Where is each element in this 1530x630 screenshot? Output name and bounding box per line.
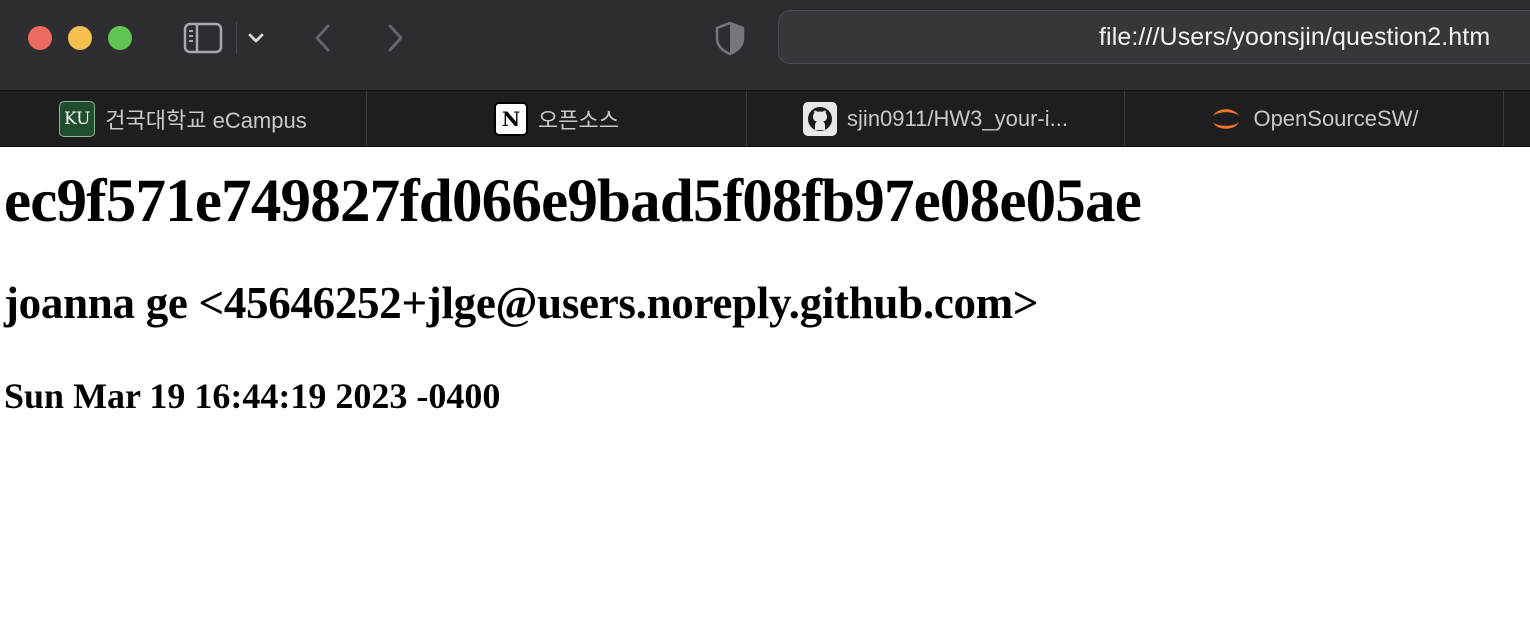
forward-button[interactable] <box>380 18 410 58</box>
window-close-button[interactable] <box>28 26 52 50</box>
address-url: file:///Users/yoonsjin/question2.htm <box>1099 23 1491 51</box>
back-button[interactable] <box>308 18 338 58</box>
bookmark-divider <box>1503 91 1504 146</box>
bookmark-github-repo[interactable]: sjin0911/HW3_your-i... <box>747 91 1124 146</box>
bookmark-label: 오픈소스 <box>538 107 619 133</box>
bookmark-opensource[interactable]: N 오픈소스 <box>367 91 746 146</box>
github-icon <box>803 101 838 136</box>
jupyter-icon <box>1209 102 1243 136</box>
notion-icon: N <box>494 101 529 136</box>
commit-hash-heading: ec9f571e749827fd066e9bad5f08fb97e08e05ae <box>4 168 1142 235</box>
bookmark-label: 건국대학교 eCampus <box>105 107 307 133</box>
window-minimize-button[interactable] <box>68 26 92 50</box>
sidebar-toggle-button[interactable] <box>180 18 226 58</box>
page-content: ec9f571e749827fd066e9bad5f08fb97e08e05ae… <box>0 147 1530 630</box>
chevron-right-icon <box>388 24 403 52</box>
chevron-down-icon <box>248 33 264 43</box>
sidebar-icon <box>183 22 223 54</box>
date-heading: Sun Mar 19 16:44:19 2023 -0400 <box>4 376 501 416</box>
bookmark-label: sjin0911/HW3_your-i... <box>847 105 1068 131</box>
shield-icon <box>715 21 745 56</box>
tab-group-menu-button[interactable] <box>242 22 270 54</box>
bookmark-opensourcesw[interactable]: OpenSourceSW/ <box>1125 91 1503 146</box>
address-bar[interactable]: file:///Users/yoonsjin/question2.htm <box>778 10 1530 64</box>
chevron-left-icon <box>315 24 330 52</box>
browser-toolbar: file:///Users/yoonsjin/question2.htm <box>0 0 1530 91</box>
bookmark-ecampus[interactable]: KU 건국대학교 eCampus <box>0 91 366 146</box>
ku-icon: KU <box>59 100 96 137</box>
toolbar-divider <box>236 22 237 54</box>
window-maximize-button[interactable] <box>108 26 132 50</box>
privacy-report-button[interactable] <box>712 18 748 58</box>
bookmark-label: OpenSourceSW/ <box>1253 105 1419 131</box>
favorites-bar: KU 건국대학교 eCampus N 오픈소스 sjin0911/HW3_you… <box>0 91 1530 147</box>
author-heading: joanna ge <45646252+jlge@users.noreply.g… <box>4 278 1039 328</box>
